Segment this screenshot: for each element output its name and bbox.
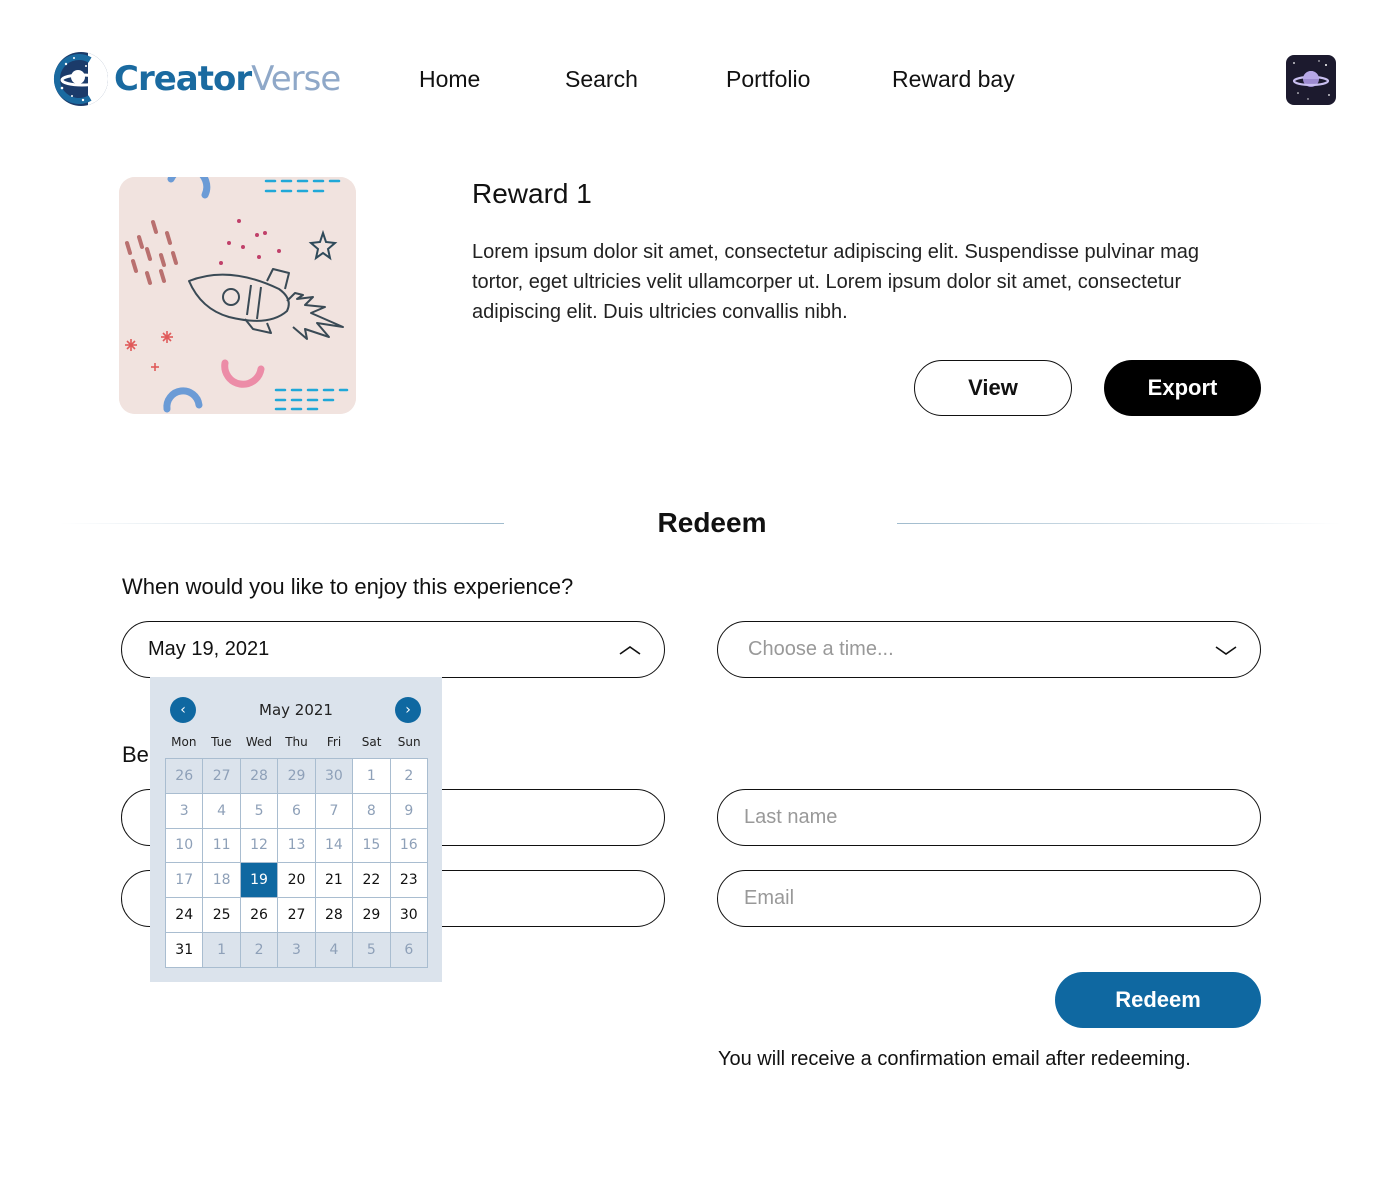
date-picker-calendar: ‹ May 2021 › Mon Tue Wed Thu Fri Sat Sun 26 27 2… — [150, 677, 442, 982]
chevron-down-icon[interactable] — [1214, 640, 1238, 660]
calendar-day[interactable]: 4 — [315, 932, 354, 968]
calendar-day-grid: 26 27 28 29 30 1 2 3 4 5 6 7 8 9 10 11 12 13 14 15 16 17 18 19 2… — [165, 758, 428, 968]
calendar-day[interactable]: 26 — [240, 898, 279, 933]
calendar-day[interactable]: 1 — [353, 759, 391, 794]
weekday-label: Thu — [285, 735, 308, 749]
planet-logo-icon — [53, 52, 108, 106]
calendar-day[interactable]: 24 — [166, 898, 204, 933]
time-select-field[interactable]: Choose a time... — [717, 621, 1261, 678]
calendar-day[interactable]: 16 — [390, 828, 428, 864]
weekday-label: Wed — [245, 735, 272, 749]
view-button[interactable]: View — [914, 360, 1072, 416]
time-placeholder: Choose a time... — [748, 638, 894, 660]
calendar-day[interactable]: 6 — [278, 793, 316, 829]
calendar-day[interactable]: 1 — [203, 932, 241, 968]
email-field[interactable]: Email — [717, 870, 1261, 927]
next-month-icon[interactable]: › — [395, 697, 421, 723]
weekday-label: Tue — [211, 735, 232, 749]
calendar-day[interactable]: 23 — [390, 863, 428, 899]
rocket-illustration-icon — [119, 177, 356, 414]
weekday-label: Sun — [397, 735, 421, 749]
brand-logo[interactable]: CreatorVerse — [52, 48, 341, 110]
calendar-day[interactable]: 13 — [278, 828, 316, 864]
brand-name: CreatorVerse — [114, 59, 341, 99]
calendar-day[interactable]: 17 — [166, 863, 204, 899]
redeem-section-title: Redeem — [657, 507, 767, 538]
nav-home[interactable]: Home — [419, 66, 480, 93]
reward-image — [119, 177, 356, 414]
calendar-day[interactable]: 28 — [315, 898, 354, 933]
calendar-day[interactable]: 5 — [240, 793, 279, 829]
reward-title: Reward 1 — [472, 178, 592, 209]
calendar-day[interactable]: 14 — [315, 828, 354, 864]
calendar-day[interactable]: 30 — [390, 898, 428, 933]
calendar-day[interactable]: 4 — [203, 793, 241, 829]
calendar-day[interactable]: 22 — [353, 863, 391, 899]
calendar-day[interactable]: 29 — [278, 759, 316, 794]
last-name-field[interactable]: Last name — [717, 789, 1261, 846]
nav-portfolio[interactable]: Portfolio — [726, 66, 810, 93]
chevron-up-icon[interactable] — [618, 640, 642, 660]
calendar-day[interactable]: 8 — [353, 793, 391, 829]
confirmation-note: You will receive a confirmation email af… — [718, 1048, 1191, 1070]
calendar-day[interactable]: 9 — [390, 793, 428, 829]
planet-avatar-icon — [1286, 55, 1336, 105]
calendar-day[interactable]: 3 — [278, 932, 316, 968]
nav-reward-bay[interactable]: Reward bay — [892, 66, 1015, 93]
calendar-day[interactable]: 31 — [166, 932, 204, 968]
calendar-day-selected[interactable]: 19 — [240, 863, 279, 899]
calendar-day[interactable]: 29 — [353, 898, 391, 933]
calendar-day[interactable]: 30 — [315, 759, 354, 794]
nav-search[interactable]: Search — [565, 66, 638, 93]
weekday-label: Mon — [171, 735, 197, 749]
calendar-day[interactable]: 10 — [166, 828, 204, 864]
calendar-day[interactable]: 5 — [353, 932, 391, 968]
date-value: May 19, 2021 — [148, 638, 270, 660]
weekday-header: Mon Tue Wed Thu Fri Sat Sun — [165, 735, 428, 749]
calendar-day[interactable]: 21 — [315, 863, 354, 899]
calendar-day[interactable]: 2 — [390, 759, 428, 794]
date-picker-field[interactable]: May 19, 2021 — [121, 621, 665, 678]
calendar-day[interactable]: 25 — [203, 898, 241, 933]
calendar-day[interactable]: 20 — [278, 863, 316, 899]
calendar-day[interactable]: 27 — [203, 759, 241, 794]
user-avatar[interactable] — [1286, 55, 1336, 105]
redeem-button[interactable]: Redeem — [1055, 972, 1261, 1028]
calendar-day[interactable]: 3 — [166, 793, 204, 829]
weekday-label: Fri — [326, 735, 342, 749]
date-question-label: When would you like to enjoy this experi… — [122, 574, 574, 599]
weekday-label: Sat — [361, 735, 382, 749]
calendar-day[interactable]: 18 — [203, 863, 241, 899]
calendar-day[interactable]: 27 — [278, 898, 316, 933]
calendar-day[interactable]: 11 — [203, 828, 241, 864]
email-placeholder: Email — [744, 887, 795, 909]
calendar-day[interactable]: 6 — [390, 932, 428, 968]
calendar-day[interactable]: 26 — [166, 759, 204, 794]
calendar-day[interactable]: 15 — [353, 828, 391, 864]
export-button[interactable]: Export — [1104, 360, 1261, 416]
contact-details-label: Be — [122, 742, 149, 767]
reward-description: Lorem ipsum dolor sit amet, consectetur … — [472, 241, 1200, 323]
calendar-day[interactable]: 12 — [240, 828, 279, 864]
calendar-day[interactable]: 2 — [240, 932, 279, 968]
calendar-day[interactable]: 28 — [240, 759, 279, 794]
last-name-placeholder: Last name — [744, 806, 838, 828]
calendar-day[interactable]: 7 — [315, 793, 354, 829]
